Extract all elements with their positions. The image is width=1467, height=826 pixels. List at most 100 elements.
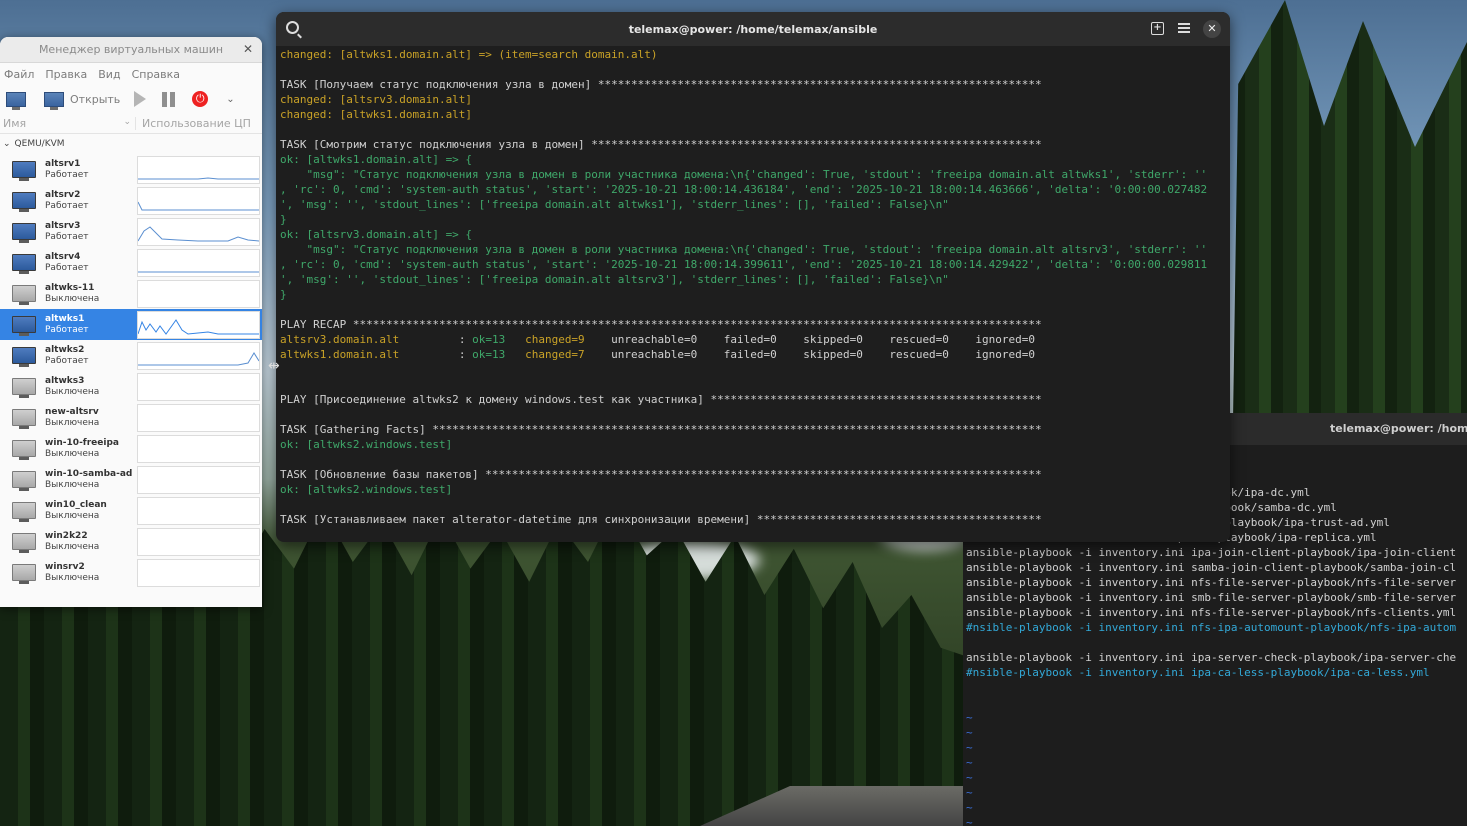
vm-manager-titlebar[interactable]: Менеджер виртуальных машин ✕ [0, 37, 262, 63]
vm-monitor-icon [12, 223, 36, 243]
vm-monitor-icon [12, 192, 36, 212]
cpu-usage-graph [137, 373, 260, 401]
vm-monitor-icon [12, 254, 36, 274]
terminal-line: ~ [966, 800, 1467, 815]
vm-row[interactable]: altsrv1 Работает [0, 154, 262, 185]
vm-row[interactable]: win10_clean Выключена [0, 495, 262, 526]
menu-help[interactable]: Справка [132, 68, 180, 81]
terminal-window[interactable]: telemax@power: /home/telemax/ansible + ✕… [276, 12, 1230, 542]
terminal-line: altwks1.domain.alt : ok=13 changed=7 unr… [280, 347, 1230, 362]
cpu-usage-graph [137, 311, 260, 339]
vm-row[interactable]: altsrv4 Работает [0, 247, 262, 278]
terminal-text: ~ [966, 711, 973, 724]
new-vm-icon[interactable] [6, 91, 26, 110]
terminal-line: TASK [Обновление базы пакетов] *********… [280, 467, 1230, 482]
chevron-down-icon[interactable]: ⌄ [226, 94, 234, 105]
vm-row[interactable]: win-10-freeipa Выключена [0, 433, 262, 464]
vm-state: Выключена [45, 417, 100, 428]
menu-bar: Файл Правка Вид Справка [0, 63, 262, 85]
vm-row[interactable]: altwks-11 Выключена [0, 278, 262, 309]
terminal-text: ~ [966, 756, 973, 769]
terminal-text: TASK [Gathering Facts] *****************… [280, 423, 1042, 436]
terminal-titlebar[interactable]: telemax@power: /home/telemax/ansible + ✕ [276, 12, 1230, 46]
vm-row[interactable]: altwks1 Работает [0, 309, 262, 340]
cpu-usage-graph [137, 404, 260, 432]
vm-monitor-icon [12, 161, 36, 181]
terminal-line: ok: [altwks1.domain.alt] => { [280, 152, 1230, 167]
vm-row[interactable]: altsrv3 Работает [0, 216, 262, 247]
terminal-line: , 'rc': 0, 'cmd': 'system-auth status', … [280, 257, 1230, 272]
terminal-text: TASK [Получаем статус подключения узла в… [280, 78, 1042, 91]
terminal-text: PLAY RECAP *****************************… [280, 318, 1042, 331]
terminal-text: } [280, 213, 287, 226]
vm-name: win-10-freeipa [45, 437, 119, 448]
vm-row[interactable]: win-10-samba-ad Выключена [0, 464, 262, 495]
terminal-line: ansible-playbook -i inventory.ini nfs-fi… [966, 605, 1467, 620]
open-button[interactable]: Открыть [44, 91, 120, 110]
vm-monitor-icon [12, 440, 36, 460]
vm-state: Выключена [45, 541, 100, 552]
vm-name: altsrv2 [45, 189, 81, 200]
terminal-text: ansible-playbook -i inventory.ini samba-… [966, 561, 1457, 574]
terminal-text: "msg": "Статус подключения узла в домен … [280, 243, 1208, 256]
close-icon[interactable]: ✕ [1203, 20, 1221, 38]
terminal-text: unreachable=0 failed=0 skipped=0 rescued… [584, 348, 1036, 361]
vm-state: Выключена [45, 510, 100, 521]
hamburger-menu-icon[interactable] [1178, 23, 1190, 33]
cpu-usage-graph [137, 249, 260, 277]
vm-row[interactable]: win2k22 Выключена [0, 526, 262, 557]
terminal-text: #nsible-playbook -i inventory.ini nfs-ip… [966, 621, 1457, 634]
search-icon[interactable] [286, 21, 299, 34]
terminal-line: ansible-playbook -i inventory.ini smb-fi… [966, 590, 1467, 605]
terminal-text: #nsible-playbook -i inventory.ini ipa-ca… [966, 666, 1430, 679]
power-icon[interactable]: ⏻ [192, 91, 209, 107]
terminal-output[interactable]: changed: [altwks1.domain.alt] => (item=s… [276, 46, 1230, 527]
column-cpu-header[interactable]: Использование ЦП [135, 116, 251, 130]
pause-icon[interactable] [162, 91, 176, 107]
column-name-header[interactable]: Имя ⌄ [0, 117, 135, 130]
menu-file[interactable]: Файл [4, 68, 34, 81]
terminal-line: changed: [altwks1.domain.alt] => (item=s… [280, 47, 1230, 62]
cpu-usage-graph [137, 187, 260, 215]
chevron-down-icon: ⌄ [123, 116, 131, 127]
vm-row[interactable]: altwks2 Работает [0, 340, 262, 371]
connection-group[interactable]: ⌄ QEMU/KVM [0, 134, 262, 154]
vm-monitor-icon [12, 564, 36, 584]
terminal-line: ansible-playbook -i inventory.ini nfs-fi… [966, 575, 1467, 590]
vm-state: Работает [45, 262, 89, 273]
close-icon[interactable]: ✕ [243, 42, 253, 56]
vm-text: win2k22 Выключена [45, 531, 140, 553]
terminal-text: ', 'msg': '', 'stdout_lines': ['freeipa … [280, 198, 949, 211]
terminal-line: ~ [966, 740, 1467, 755]
terminal-line: TASK [Смотрим статус подключения узла в … [280, 137, 1230, 152]
terminal-text: changed: [altwks1.domain.alt] => (item=s… [280, 48, 658, 61]
vm-manager-window[interactable]: Менеджер виртуальных машин ✕ Файл Правка… [0, 37, 262, 607]
vm-monitor-icon [12, 502, 36, 522]
terminal-title: telemax@power: /home/telemax/ansible [628, 22, 878, 36]
play-icon[interactable] [134, 91, 147, 107]
vm-name: altwks3 [45, 375, 85, 386]
vm-row[interactable]: altsrv2 Работает [0, 185, 262, 216]
column-name-label: Имя [3, 116, 27, 130]
menu-view[interactable]: Вид [98, 68, 120, 81]
terminal-line: ansible-playbook -i inventory.ini ipa-se… [966, 650, 1467, 665]
menu-edit[interactable]: Правка [45, 68, 87, 81]
vm-monitor-icon [12, 471, 36, 491]
new-tab-icon[interactable]: + [1151, 22, 1164, 35]
cpu-usage-graph [137, 218, 260, 246]
vm-text: altwks-11 Выключена [45, 283, 140, 305]
terminal-text: changed=7 [525, 348, 585, 361]
vm-row[interactable]: new-altsrv Выключена [0, 402, 262, 433]
vm-text: altsrv3 Работает [45, 221, 140, 243]
chevron-down-icon[interactable]: ⌄ [3, 139, 11, 149]
vm-monitor-icon [12, 533, 36, 553]
terminal-line: TASK [Получаем статус подключения узла в… [280, 77, 1230, 92]
terminal-line: ok: [altwks2.windows.test] [280, 437, 1230, 452]
vm-row[interactable]: altwks3 Выключена [0, 371, 262, 402]
vm-list-header: Имя ⌄ Использование ЦП [0, 113, 262, 134]
cpu-usage-graph [137, 280, 260, 308]
vm-row[interactable]: winsrv2 Выключена [0, 557, 262, 588]
